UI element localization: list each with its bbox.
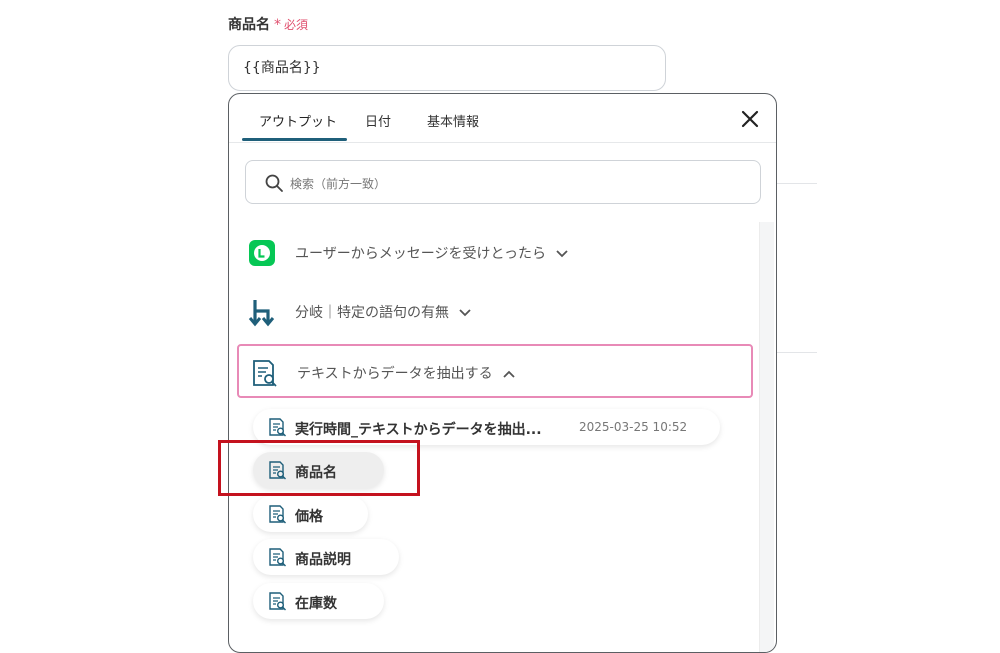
search-placeholder: 検索（前方一致） — [290, 177, 387, 191]
line-app-icon — [249, 240, 275, 266]
output-item-price[interactable]: 価格 — [253, 496, 368, 532]
output-item-stock[interactable]: 在庫数 — [253, 583, 384, 619]
document-search-icon — [253, 360, 277, 387]
search-input[interactable]: 検索（前方一致） — [245, 160, 761, 204]
background-divider — [777, 183, 817, 184]
branch-icon — [248, 300, 275, 327]
required-text: 必須 — [284, 18, 309, 32]
field-label: 商品名 * 必須 — [228, 14, 308, 34]
field-label-text: 商品名 — [228, 17, 270, 33]
section-label: 分岐｜特定の語句の有無 — [295, 302, 471, 322]
output-item-timestamp: 2025-03-25 10:52 — [579, 420, 688, 434]
document-search-icon — [269, 592, 286, 611]
chevron-down-icon — [459, 309, 471, 317]
output-item-label: 実行時間_テキストからデータを抽出... — [295, 422, 542, 438]
output-item-label: 価格 — [295, 509, 323, 525]
section-label: テキストからデータを抽出する — [297, 363, 515, 383]
required-star: * — [274, 17, 281, 33]
scrollbar[interactable] — [759, 222, 774, 652]
output-item-label: 商品説明 — [295, 552, 351, 568]
output-picker-panel: アウトプット 日付 基本情報 検索（前方一致） ユーザーからメッセージを受けとっ… — [228, 93, 777, 653]
background-divider — [777, 352, 817, 353]
section-label-text: 分岐｜特定の語句の有無 — [295, 305, 449, 321]
section-extract-data[interactable]: テキストからデータを抽出する — [237, 344, 753, 398]
close-icon[interactable] — [740, 109, 760, 129]
section-label: ユーザーからメッセージを受けとったら — [295, 243, 568, 263]
search-icon — [265, 174, 283, 192]
output-item-product-description[interactable]: 商品説明 — [253, 539, 399, 575]
section-label-text: テキストからデータを抽出する — [297, 366, 493, 382]
document-search-icon — [269, 548, 286, 567]
section-label-text: ユーザーからメッセージを受けとったら — [295, 246, 547, 262]
document-search-icon — [269, 505, 286, 524]
tab-basic-info[interactable]: 基本情報 — [427, 111, 479, 130]
chevron-down-icon — [556, 250, 568, 258]
tab-output[interactable]: アウトプット — [259, 111, 337, 130]
document-search-icon — [269, 418, 286, 437]
tab-date[interactable]: 日付 — [365, 111, 391, 130]
product-name-input[interactable]: {{商品名}} — [228, 45, 666, 91]
highlight-annotation-box — [218, 440, 420, 496]
chevron-up-icon — [502, 370, 515, 378]
section-branch[interactable]: 分岐｜特定の語句の有無 — [237, 285, 753, 339]
output-item-label: 在庫数 — [295, 596, 337, 612]
section-line-trigger[interactable]: ユーザーからメッセージを受けとったら — [237, 226, 753, 280]
active-tab-indicator — [242, 138, 347, 141]
tab-bar: アウトプット 日付 基本情報 — [229, 94, 776, 143]
